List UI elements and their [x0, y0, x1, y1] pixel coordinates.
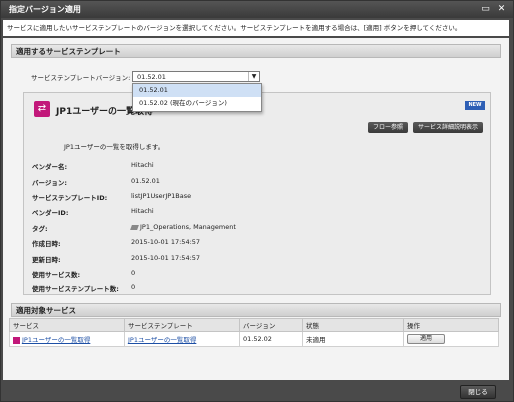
template-section-header: 適用するサービステンプレート	[11, 44, 501, 58]
apply-button[interactable]: 適用	[407, 334, 445, 344]
target-services-table: サービス サービステンプレート バージョン 状態 操作 JP1ユーザーの一覧取得…	[9, 318, 499, 347]
field-label-template-count: 使用サービステンプレート数:	[32, 285, 119, 293]
column-header-version[interactable]: バージョン	[239, 318, 303, 332]
service-template-icon: ⇄	[34, 101, 50, 117]
table-header-row: サービス サービステンプレート バージョン 状態 操作	[9, 318, 499, 332]
field-label-template-id: サービステンプレートID:	[32, 194, 108, 202]
field-value-tags: JP1_Operations, Management	[130, 223, 236, 231]
field-value-template-count: 0	[131, 283, 136, 291]
column-header-status[interactable]: 状態	[302, 318, 404, 332]
cell-service: JP1ユーザーの一覧取得	[9, 331, 125, 347]
field-label-service-count: 使用サービス数:	[32, 271, 81, 279]
tag-text: JP1_Operations, Management	[140, 223, 236, 231]
dialog-title: 指定バージョン適用	[9, 5, 81, 14]
field-label-created: 作成日時:	[32, 240, 61, 248]
version-select-value: 01.52.01	[137, 73, 166, 81]
field-label-version: バージョン:	[32, 179, 67, 187]
column-header-template[interactable]: サービステンプレート	[124, 318, 240, 332]
dialog-titlebar: 指定バージョン適用 ▭ ✕	[1, 1, 513, 18]
template-link[interactable]: JP1ユーザーの一覧取得	[128, 336, 196, 344]
template-card: ⇄ JP1ユーザーの一覧取得 NEW フロー参照 サービス詳細説明表示 JP1ユ…	[23, 92, 491, 295]
field-label-vendor-name: ベンダー名:	[32, 163, 68, 171]
tag-icon	[130, 224, 139, 230]
field-value-service-count: 0	[131, 269, 136, 277]
field-label-updated: 更新日時:	[32, 256, 61, 264]
field-value-updated: 2015-10-01 17:54:57	[131, 254, 201, 262]
service-icon	[13, 336, 20, 344]
version-option[interactable]: 01.52.01	[133, 84, 261, 97]
target-section-header: 適用対象サービス	[11, 303, 501, 317]
column-header-service[interactable]: サービス	[9, 318, 125, 332]
version-label: サービステンプレートバージョン:	[31, 74, 131, 82]
instruction-text: サービスに適用したいサービステンプレートのバージョンを選択してください。サービス…	[3, 20, 509, 36]
close-button[interactable]: 閉じる	[460, 385, 496, 399]
cell-template: JP1ユーザーの一覧取得	[124, 331, 240, 347]
flow-view-button[interactable]: フロー参照	[368, 122, 408, 133]
field-label-vendor-id: ベンダーID:	[32, 209, 69, 217]
field-value-vendor-name: Hitachi	[131, 161, 154, 169]
chevron-down-icon[interactable]: ▼	[248, 72, 259, 81]
version-option[interactable]: 01.52.02 (現在のバージョン)	[133, 97, 261, 110]
field-value-template-id: listJP1UserJP1Base	[131, 192, 192, 200]
column-header-action: 操作	[403, 318, 499, 332]
dialog-footer	[1, 380, 513, 401]
field-value-vendor-id: Hitachi	[131, 207, 154, 215]
service-detail-button[interactable]: サービス詳細説明表示	[413, 122, 483, 133]
version-dropdown-list: 01.52.01 01.52.02 (現在のバージョン)	[132, 83, 262, 112]
service-link[interactable]: JP1ユーザーの一覧取得	[22, 336, 90, 344]
field-value-version: 01.52.01	[131, 177, 160, 185]
cell-action: 適用	[403, 331, 499, 347]
apply-version-dialog: 指定バージョン適用 ▭ ✕ サービスに適用したいサービステンプレートのバージョン…	[0, 0, 514, 402]
field-label-tags: タグ:	[32, 225, 48, 233]
cell-status: 未適用	[302, 331, 404, 347]
restore-icon[interactable]: ▭	[480, 4, 491, 15]
field-value-created: 2015-10-01 17:54:57	[131, 238, 201, 246]
cell-version: 01.52.02	[239, 331, 303, 347]
table-row: JP1ユーザーの一覧取得 JP1ユーザーの一覧取得 01.52.02 未適用 適…	[9, 331, 499, 347]
close-icon[interactable]: ✕	[496, 4, 507, 15]
template-description: JP1ユーザーの一覧を取得します。	[64, 143, 165, 151]
version-select[interactable]: 01.52.01 ▼	[132, 71, 260, 82]
new-badge: NEW	[465, 101, 485, 110]
